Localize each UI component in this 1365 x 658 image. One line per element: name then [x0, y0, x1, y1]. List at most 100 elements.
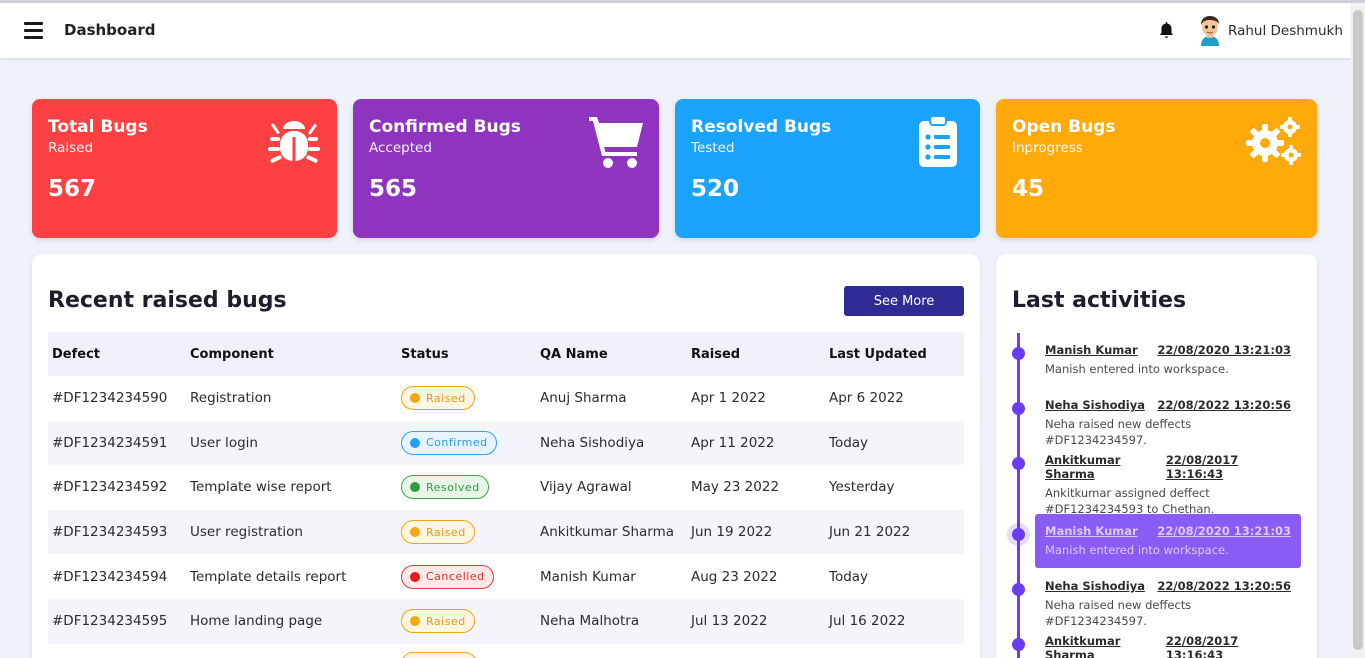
- status-cell: Raised: [397, 598, 536, 644]
- stat-card-total-bugs[interactable]: Total Bugs Raised 567: [32, 99, 337, 238]
- stat-value: 567: [48, 176, 97, 202]
- status-label: Confirmed: [426, 436, 488, 450]
- avatar[interactable]: [1196, 15, 1224, 47]
- user-name[interactable]: Rahul Deshmukh: [1228, 23, 1343, 39]
- defect-id: #DF1234234592: [52, 479, 168, 496]
- gears-icon: [1246, 117, 1301, 165]
- table-row[interactable]: #DF1234234593 User registration Raised A…: [48, 509, 964, 555]
- status-dot: [410, 571, 420, 582]
- status-badge: Resolved: [401, 475, 489, 500]
- status-badge: [401, 651, 477, 658]
- activities-title: Last activities: [1012, 288, 1187, 313]
- table-row[interactable]: #DF1234234592 Template wise report Resol…: [48, 465, 964, 510]
- table-row[interactable]: #DF1234234594 Template details report Ca…: [48, 554, 964, 599]
- bugs-table: Defect Component Status QA Name Raised L…: [48, 332, 964, 658]
- activity-time[interactable]: 22/08/2017 13:16:43: [1166, 634, 1291, 658]
- status-cell: [397, 644, 536, 658]
- column-header-status[interactable]: Status: [397, 332, 536, 376]
- table-row[interactable]: #DF1234234590 Registration Raised Anuj S…: [48, 376, 964, 421]
- activity-user[interactable]: Neha Sishodiya: [1045, 398, 1145, 412]
- activity-text: Manish entered into workspace.: [1045, 543, 1229, 557]
- component: User registration: [186, 509, 397, 555]
- see-more-button[interactable]: See More: [844, 286, 964, 316]
- stat-card-open-bugs[interactable]: Open Bugs Inprogress 45: [996, 99, 1317, 238]
- timeline-dot: [1012, 457, 1025, 470]
- status-badge: Raised: [401, 609, 475, 634]
- activity-time[interactable]: 22/08/2020 13:21:03: [1157, 524, 1291, 538]
- activity-text: Neha raised new deffects #DF1234234597.: [1045, 598, 1192, 628]
- bell-icon[interactable]: [1158, 22, 1175, 40]
- column-header-last-updated[interactable]: Last Updated: [825, 332, 964, 376]
- raised-date: Apr 1 2022: [691, 390, 766, 407]
- qa-name: Neha Sishodiya: [536, 420, 687, 466]
- status-label: Raised: [426, 614, 466, 628]
- bug-icon: [268, 121, 320, 163]
- activity-item-active[interactable]: Manish Kumar 22/08/2020 13:21:03 Manish e…: [1035, 514, 1301, 568]
- activity-item[interactable]: Ankitkumar Sharma 22/08/2017 13:16:43 Ank…: [1035, 453, 1301, 517]
- defect-id: #DF1234234590: [52, 390, 168, 407]
- activity-time[interactable]: 22/08/2022 13:20:56: [1157, 398, 1291, 412]
- last-updated: Jul 16 2022: [825, 598, 964, 644]
- hamburger-menu-icon[interactable]: [24, 22, 43, 39]
- column-header-qa-name[interactable]: QA Name: [536, 332, 687, 376]
- column-header-component[interactable]: Component: [186, 332, 397, 376]
- cart-icon: [589, 117, 643, 168]
- activity-user[interactable]: Ankitkumar Sharma: [1045, 453, 1166, 481]
- clipboard-list-icon: [919, 115, 957, 167]
- activity-user[interactable]: Manish Kumar: [1045, 343, 1138, 357]
- status-cell: Confirmed: [397, 420, 536, 466]
- last-updated: Today: [825, 420, 964, 466]
- activity-user[interactable]: Ankitkumar Sharma: [1045, 634, 1166, 658]
- activity-user[interactable]: Neha Sishodiya: [1045, 579, 1145, 593]
- status-label: Cancelled: [426, 570, 485, 584]
- status-cell: Resolved: [397, 465, 536, 510]
- top-header: Dashboard Rahul Deshmukh: [0, 3, 1351, 58]
- activity-text: Ankitkumar assigned deffect #DF123423459…: [1045, 486, 1215, 516]
- table-row[interactable]: #DF1234234591 User login Confirmed Neha …: [48, 420, 964, 466]
- status-label: Raised: [426, 391, 466, 405]
- activity-time[interactable]: 22/08/2017 13:16:43: [1166, 453, 1291, 481]
- page-title: Dashboard: [64, 21, 156, 39]
- qa-name: Manish Kumar: [540, 568, 636, 585]
- activity-item[interactable]: Ankitkumar Sharma 22/08/2017 13:16:43: [1035, 634, 1301, 658]
- activity-user[interactable]: Manish Kumar: [1045, 524, 1138, 538]
- defect-id: #DF1234234591: [48, 420, 186, 466]
- raised-date: Apr 11 2022: [687, 420, 825, 466]
- defect-id: #DF1234234595: [48, 598, 186, 644]
- activity-time[interactable]: 22/08/2020 13:21:03: [1157, 343, 1291, 357]
- stat-value: 520: [691, 176, 740, 202]
- recent-bugs-card: Recent raised bugs See More Defect Compo…: [32, 254, 980, 658]
- table-row[interactable]: #DF1234234595 Home landing page Raised N…: [48, 598, 964, 644]
- component: Template details report: [190, 568, 347, 585]
- component: User login: [186, 420, 397, 466]
- qa-name: Neha Malhotra: [536, 598, 687, 644]
- timeline-dot: [1012, 347, 1025, 360]
- status-badge: Cancelled: [401, 564, 494, 589]
- stat-card-resolved-bugs[interactable]: Resolved Bugs Tested 520: [675, 99, 980, 238]
- qa-name: Vijay Agrawal: [540, 479, 632, 496]
- stat-card-confirmed-bugs[interactable]: Confirmed Bugs Accepted 565: [353, 99, 659, 238]
- scrollbar-thumb[interactable]: [1353, 10, 1363, 650]
- status-dot: [410, 393, 420, 404]
- timeline-dot: [1012, 638, 1025, 651]
- status-dot: [410, 482, 420, 493]
- activity-time[interactable]: 22/08/2022 13:20:56: [1157, 579, 1291, 593]
- raised-date: May 23 2022: [691, 479, 780, 496]
- status-badge: Raised: [401, 520, 475, 545]
- status-dot: [410, 437, 420, 448]
- raised-date: Jun 19 2022: [687, 509, 825, 555]
- column-header-raised[interactable]: Raised: [687, 332, 825, 376]
- status-cell: Cancelled: [397, 554, 536, 599]
- status-label: Resolved: [426, 480, 480, 494]
- column-header-defect[interactable]: Defect: [48, 332, 186, 376]
- recent-bugs-title: Recent raised bugs: [48, 288, 287, 313]
- timeline-line: [1017, 333, 1020, 658]
- activity-item[interactable]: Manish Kumar 22/08/2020 13:21:03 Manish e…: [1035, 343, 1301, 377]
- status-dot: [410, 616, 420, 627]
- activity-item[interactable]: Neha Sishodiya 22/08/2022 13:20:56 Neha r…: [1035, 398, 1301, 448]
- defect-id: #DF1234234594: [52, 568, 168, 585]
- qa-name: Ankitkumar Sharma: [536, 509, 687, 555]
- activity-text: Manish entered into workspace.: [1045, 362, 1229, 376]
- table-row[interactable]: [48, 644, 964, 658]
- activity-item[interactable]: Neha Sishodiya 22/08/2022 13:20:56 Neha r…: [1035, 579, 1301, 629]
